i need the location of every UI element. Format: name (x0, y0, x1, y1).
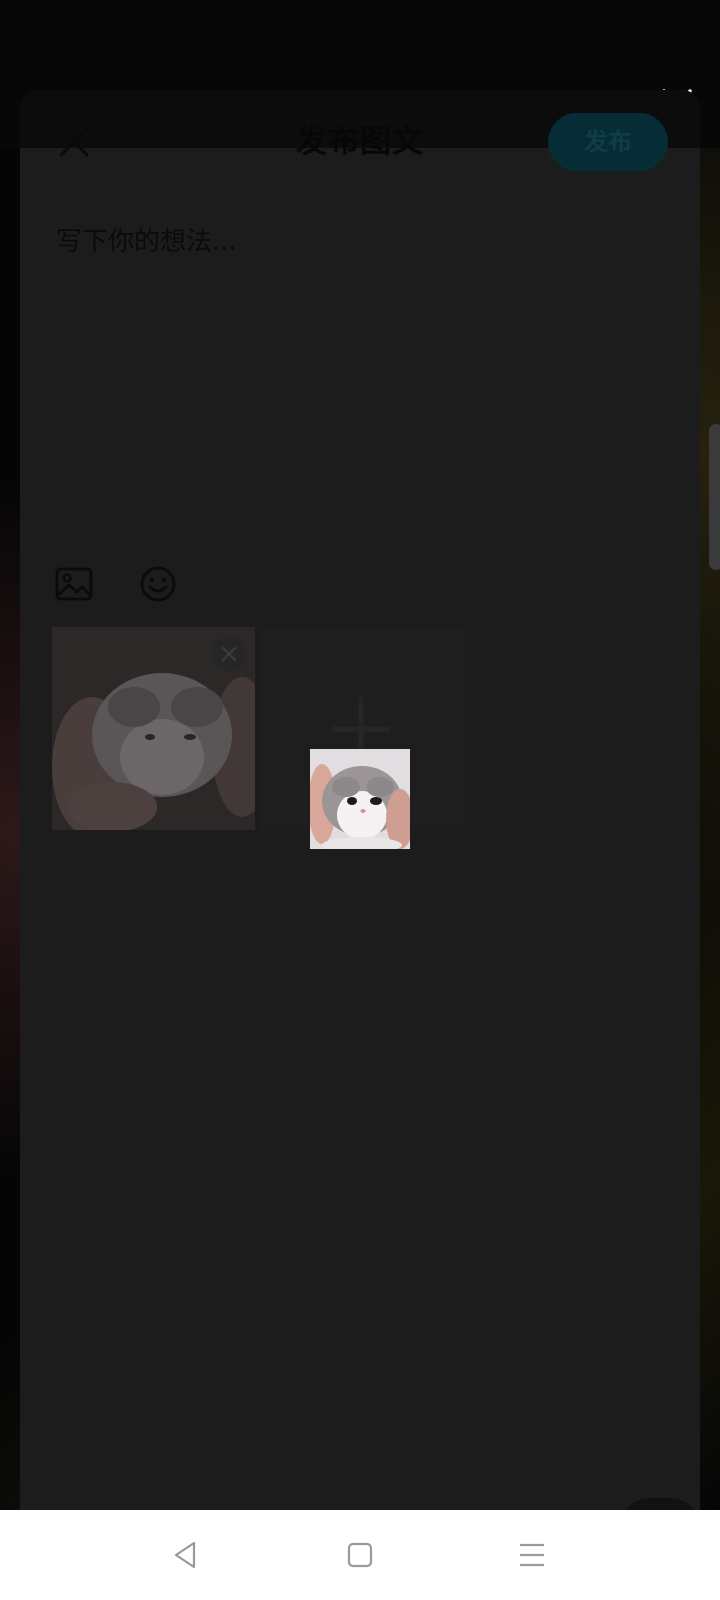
back-icon (174, 1541, 196, 1569)
remove-image-button[interactable] (211, 636, 247, 672)
cat-photo (310, 749, 410, 849)
home-icon (347, 1542, 373, 1568)
image-icon (55, 567, 93, 601)
nav-home-button[interactable] (344, 1539, 376, 1571)
nav-menu-button[interactable] (516, 1539, 548, 1571)
post-text-input[interactable]: 写下你的想法... (56, 222, 656, 262)
add-image-button[interactable] (54, 564, 94, 604)
emoji-icon (140, 566, 176, 602)
dragging-image-preview[interactable] (310, 749, 410, 849)
close-icon (221, 646, 237, 662)
page-title: 发布图文 (296, 124, 424, 160)
publish-button[interactable]: 发布 (548, 113, 668, 171)
close-icon (59, 127, 89, 157)
add-emoji-button[interactable] (138, 564, 178, 604)
sheet-close-button[interactable] (56, 124, 92, 160)
menu-icon (520, 1543, 544, 1567)
nav-back-button[interactable] (170, 1539, 202, 1571)
side-scroll-handle[interactable] (709, 424, 720, 570)
